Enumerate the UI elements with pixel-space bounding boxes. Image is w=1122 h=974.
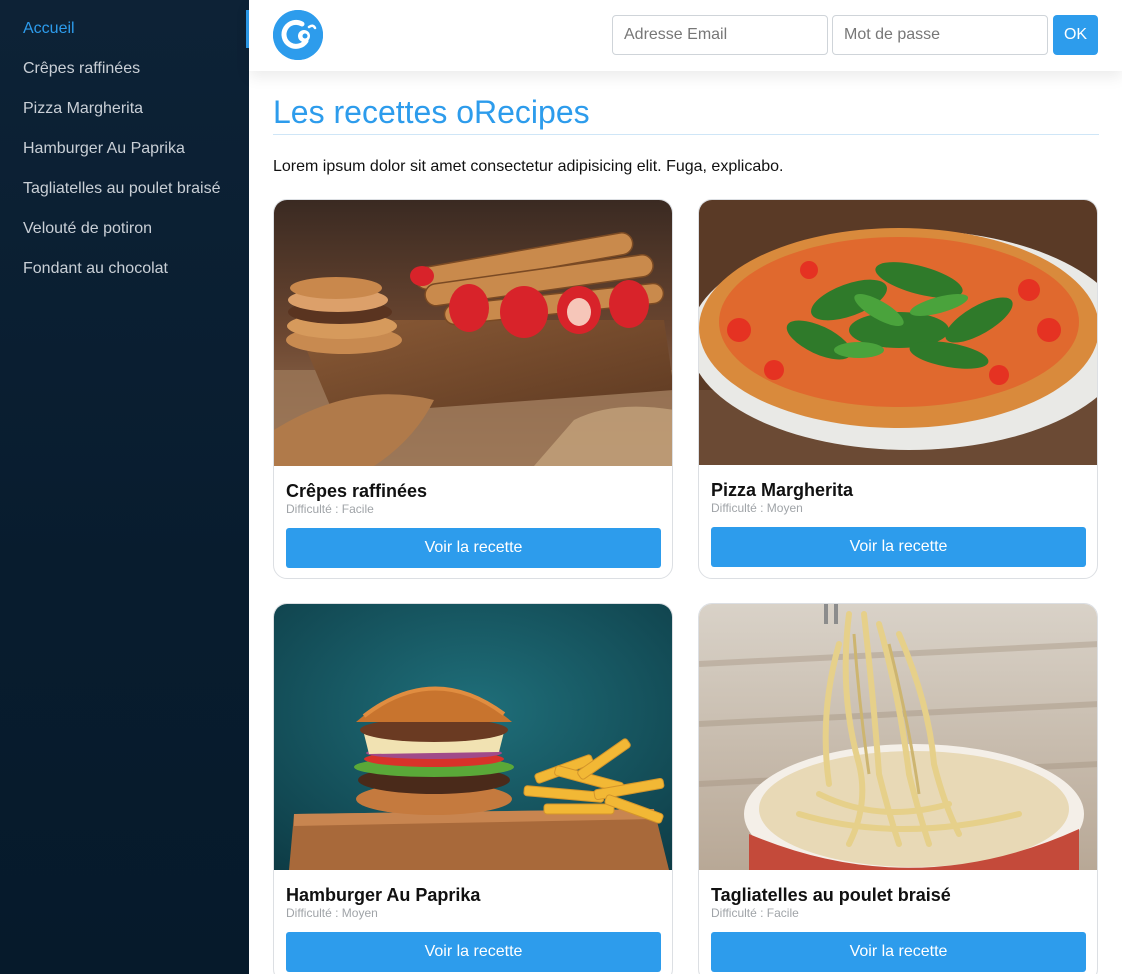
top-header: OK [249,0,1122,71]
sidebar-item-accueil[interactable]: Accueil [0,9,249,49]
crepes-photo[interactable] [274,200,672,466]
recipe-difficulty: Difficulté : Moyen [711,501,803,515]
recipe-title: Tagliatelles au poulet braisé [711,885,951,905]
view-recipe-button[interactable]: Voir la recette [286,528,661,568]
burger-photo[interactable] [274,604,672,870]
sidebar-item-pizza[interactable]: Pizza Margherita [0,89,249,129]
sidebar-item-veloute[interactable]: Velouté de potiron [0,209,249,249]
sidebar-item-hamburger[interactable]: Hamburger Au Paprika [0,129,249,169]
page-title: Les recettes oRecipes [273,93,1099,135]
login-submit-button[interactable]: OK [1053,15,1098,55]
sidebar: Accueil Crêpes raffinées Pizza Margherit… [0,0,249,974]
main-content: Les recettes oRecipes Lorem ipsum dolor … [273,71,1099,974]
view-recipe-button[interactable]: Voir la recette [286,932,661,972]
intro-text: Lorem ipsum dolor sit amet consectetur a… [273,158,784,175]
sidebar-menu: Accueil Crêpes raffinées Pizza Margherit… [0,0,249,289]
recipe-card: Tagliatelles au poulet braisé Difficulté… [698,603,1098,974]
orecipes-logo-icon[interactable] [273,10,323,60]
sidebar-item-crepes[interactable]: Crêpes raffinées [0,49,249,89]
recipe-title: Crêpes raffinées [286,481,428,501]
recipe-title: Pizza Margherita [711,480,854,500]
sidebar-item-tagliatelles[interactable]: Tagliatelles au poulet braisé [0,169,249,209]
view-recipe-button[interactable]: Voir la recette [711,932,1086,972]
recipe-title: Hamburger Au Paprika [286,885,481,905]
view-recipe-button[interactable]: Voir la recette [711,527,1086,567]
email-field[interactable] [612,15,828,55]
recipe-difficulty: Difficulté : Facile [711,906,799,920]
recipe-card: Crêpes raffinées Difficulté : Facile Voi… [273,199,673,579]
pizza-photo[interactable] [699,200,1097,465]
recipe-card: Hamburger Au Paprika Difficulté : Moyen … [273,603,673,974]
password-field[interactable] [832,15,1048,55]
recipe-difficulty: Difficulté : Facile [286,502,374,516]
recipe-difficulty: Difficulté : Moyen [286,906,378,920]
recipe-card: Pizza Margherita Difficulté : Moyen Voir… [698,199,1098,579]
pasta-photo[interactable] [699,604,1097,870]
sidebar-item-fondant[interactable]: Fondant au chocolat [0,249,249,289]
